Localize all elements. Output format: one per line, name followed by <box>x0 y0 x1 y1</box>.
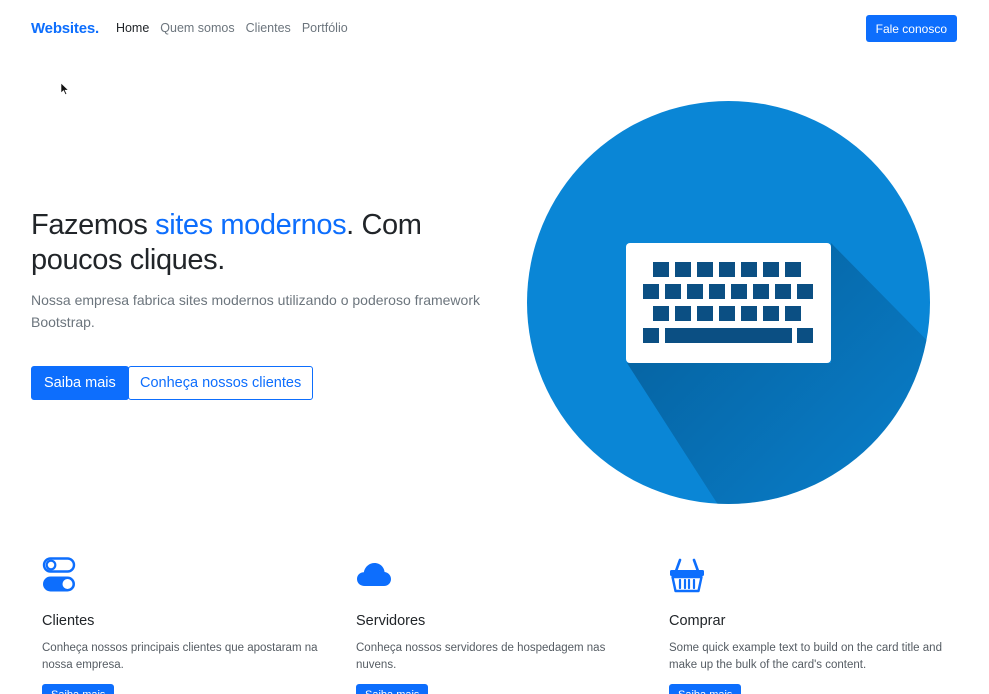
keyboard-key <box>719 262 735 277</box>
keyboard-key <box>709 284 725 299</box>
navbar: Websites. Home Quem somos Clientes Portf… <box>0 0 989 56</box>
mouse-cursor-icon <box>60 82 70 95</box>
keyboard-key <box>653 262 669 277</box>
learn-more-button[interactable]: Saiba mais <box>31 366 129 400</box>
hero-title-accent: sites modernos <box>155 209 347 241</box>
keyboard-key <box>753 284 769 299</box>
keyboard-key <box>785 306 801 321</box>
keyboard-key <box>665 284 681 299</box>
cloud-icon <box>357 563 391 586</box>
feature-clientes: Clientes Conheça nossos principais clien… <box>42 556 332 694</box>
keyboard-key <box>797 328 813 343</box>
keyboard-key <box>785 262 801 277</box>
feature-text: Some quick example text to build on the … <box>669 642 942 671</box>
keyboard-key <box>697 262 713 277</box>
nav-link-clientes[interactable]: Clientes <box>246 21 291 35</box>
feature-title: Clientes <box>42 613 95 629</box>
feature-comprar: Comprar Some quick example text to build… <box>669 556 959 694</box>
feature-servidores: Servidores Conheça nossos servidores de … <box>356 556 646 694</box>
keyboard-key <box>675 262 691 277</box>
basket-icon <box>670 558 704 593</box>
keyboard-key <box>797 284 813 299</box>
meet-clients-button[interactable]: Conheça nossos clientes <box>128 366 314 400</box>
brand-logo[interactable]: Websites. <box>31 20 99 37</box>
nav-link-portfolio[interactable]: Portfólio <box>302 21 348 35</box>
nav-link-home[interactable]: Home <box>116 21 149 35</box>
nav-link-quem-somos[interactable]: Quem somos <box>160 21 234 35</box>
keyboard-body <box>626 243 831 363</box>
feature-learn-more-button[interactable]: Saiba mais <box>356 684 429 694</box>
keyboard-key <box>665 328 792 343</box>
keyboard-key <box>731 284 747 299</box>
keyboard-key <box>697 306 713 321</box>
keyboard-key <box>741 306 757 321</box>
feature-learn-more-button[interactable]: Saiba mais <box>669 684 742 694</box>
toggles-icon <box>42 557 76 592</box>
hero-title: Fazemos sites modernos. Com poucos cliqu… <box>31 208 501 278</box>
feature-learn-more-button[interactable]: Saiba mais <box>42 684 115 694</box>
feature-title: Comprar <box>669 613 726 629</box>
contact-button[interactable]: Fale conosco <box>865 14 957 42</box>
keyboard-key <box>675 306 691 321</box>
keyboard-key <box>763 262 779 277</box>
keyboard-key <box>687 284 703 299</box>
page: Websites. Home Quem somos Clientes Portf… <box>0 0 989 694</box>
feature-title: Servidores <box>356 613 426 629</box>
keyboard-key <box>763 306 779 321</box>
feature-text: Conheça nossos servidores de hospedagem … <box>356 642 606 671</box>
keyboard-key <box>653 306 669 321</box>
keyboard-key <box>741 262 757 277</box>
keyboard-icon <box>527 101 930 504</box>
keyboard-key <box>643 284 659 299</box>
feature-text: Conheça nossos principais clientes que a… <box>42 642 318 671</box>
keyboard-key <box>643 328 659 343</box>
keyboard-key <box>775 284 791 299</box>
hero-title-start: Fazemos <box>31 209 156 241</box>
hero-lead: Nossa empresa fabrica sites modernos uti… <box>31 292 480 330</box>
keyboard-key <box>719 306 735 321</box>
